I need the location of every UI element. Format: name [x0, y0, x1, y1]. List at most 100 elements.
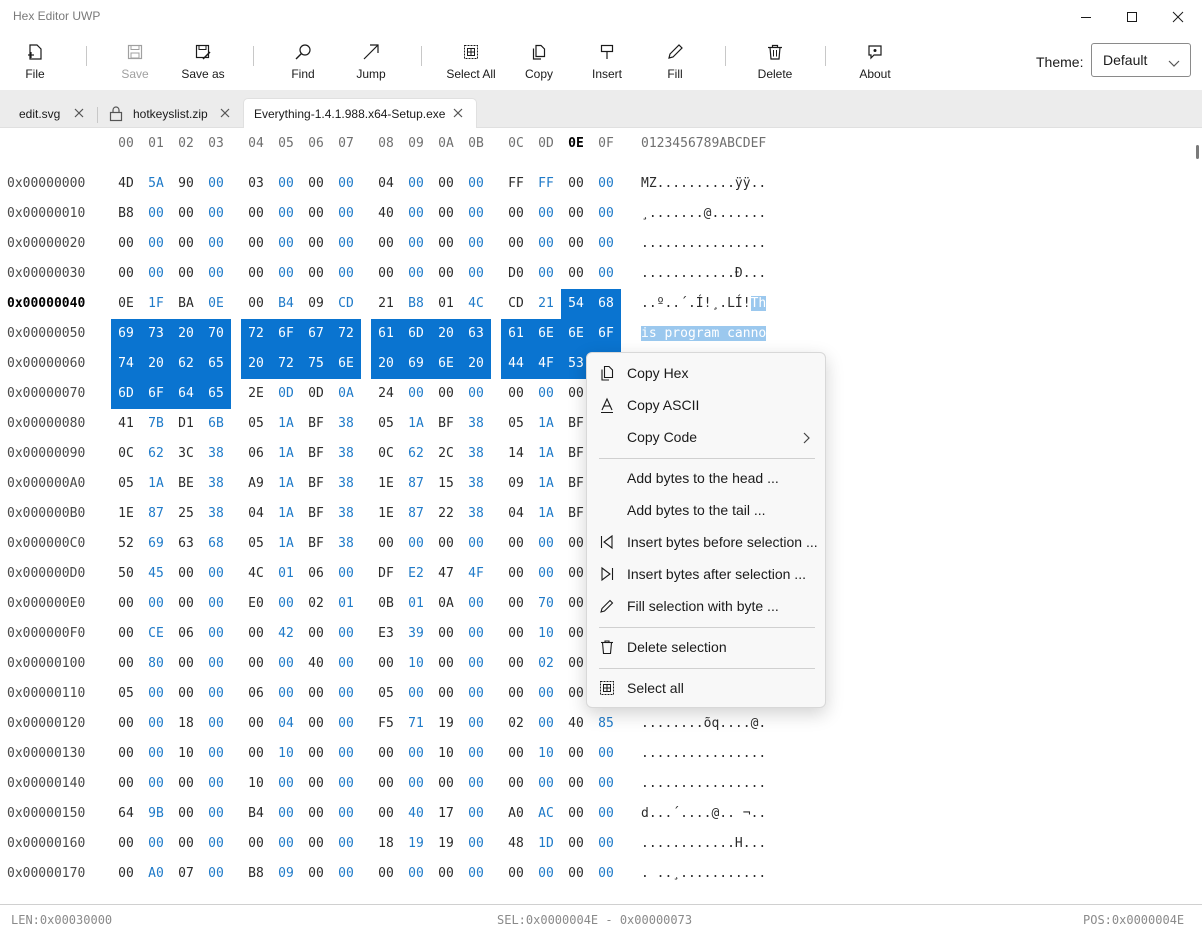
hex-byte-cell[interactable]: 4F — [461, 559, 491, 589]
hex-byte-cell[interactable]: 10 — [171, 739, 201, 769]
hex-byte-cell[interactable]: 9B — [141, 799, 171, 829]
hex-byte-cell[interactable]: 00 — [531, 769, 561, 799]
hex-byte-cell[interactable]: 61 — [501, 319, 531, 349]
hex-byte-cell[interactable]: 18 — [371, 829, 401, 859]
hex-byte-cell[interactable]: 01 — [431, 289, 461, 319]
hex-byte-cell[interactable]: 00 — [561, 739, 591, 769]
hex-byte-cell[interactable]: 63 — [171, 529, 201, 559]
hex-byte-cell[interactable]: A9 — [241, 469, 271, 499]
hex-byte-cell[interactable]: 69 — [141, 529, 171, 559]
hex-byte-cell[interactable]: 00 — [271, 259, 301, 289]
hex-byte-cell[interactable]: 00 — [141, 709, 171, 739]
hex-byte-cell[interactable]: 00 — [141, 769, 171, 799]
hex-row[interactable]: 0x00000020 00 00 00 00 00 00 00 00 00 00 00 00 00 00 00… — [0, 229, 1194, 259]
hex-byte-cell[interactable]: 00 — [591, 229, 621, 259]
hex-byte-cell[interactable]: 00 — [111, 709, 141, 739]
hex-byte-cell[interactable]: 05 — [111, 679, 141, 709]
hex-byte-cell[interactable]: 00 — [331, 709, 361, 739]
hex-byte-cell[interactable]: 00 — [141, 829, 171, 859]
hex-byte-cell[interactable]: 00 — [241, 649, 271, 679]
hex-byte-cell[interactable]: 25 — [171, 499, 201, 529]
hex-byte-cell[interactable]: 00 — [401, 379, 431, 409]
hex-byte-cell[interactable]: 00 — [431, 679, 461, 709]
hex-byte-cell[interactable]: 00 — [201, 169, 231, 199]
tab-edit-svg[interactable]: edit.svg — [8, 99, 96, 128]
hex-byte-cell[interactable]: 00 — [561, 229, 591, 259]
hex-byte-cell[interactable]: 19 — [431, 709, 461, 739]
hex-byte-cell[interactable]: 00 — [591, 199, 621, 229]
hex-byte-cell[interactable]: D0 — [501, 259, 531, 289]
file-button[interactable]: File — [3, 42, 67, 86]
hex-byte-cell[interactable]: 00 — [171, 679, 201, 709]
hex-byte-cell[interactable]: 00 — [371, 529, 401, 559]
hex-byte-cell[interactable]: 00 — [531, 379, 561, 409]
hex-byte-cell[interactable]: CD — [501, 289, 531, 319]
hex-byte-cell[interactable]: 20 — [141, 349, 171, 379]
hex-byte-cell[interactable]: 21 — [371, 289, 401, 319]
close-icon[interactable] — [73, 107, 85, 119]
hex-byte-cell[interactable]: 00 — [501, 619, 531, 649]
hex-byte-cell[interactable]: 00 — [201, 229, 231, 259]
hex-byte-cell[interactable]: 02 — [501, 709, 531, 739]
hex-byte-cell[interactable]: 00 — [461, 199, 491, 229]
menu-add-bytes-head[interactable]: Add bytes to the head ... — [591, 463, 823, 493]
hex-byte-cell[interactable]: 1F — [141, 289, 171, 319]
hex-byte-cell[interactable]: 05 — [501, 409, 531, 439]
hex-byte-cell[interactable]: 05 — [111, 469, 141, 499]
menu-copy-ascii[interactable]: Copy ASCII — [591, 390, 823, 420]
hex-byte-cell[interactable]: 70 — [201, 319, 231, 349]
hex-byte-cell[interactable]: 00 — [371, 739, 401, 769]
hex-byte-cell[interactable]: 0C — [111, 439, 141, 469]
hex-byte-cell[interactable]: CD — [331, 289, 361, 319]
hex-byte-cell[interactable]: 00 — [461, 859, 491, 889]
hex-byte-cell[interactable]: 3C — [171, 439, 201, 469]
hex-byte-cell[interactable]: 85 — [591, 709, 621, 739]
hex-byte-cell[interactable]: 6D — [111, 379, 141, 409]
hex-byte-cell[interactable]: 00 — [201, 619, 231, 649]
hex-byte-cell[interactable]: B4 — [241, 799, 271, 829]
hex-byte-cell[interactable]: 00 — [431, 229, 461, 259]
hex-byte-cell[interactable]: 00 — [201, 259, 231, 289]
ascii-text[interactable]: ..º..´.Í!¸.LÍ!Th — [641, 289, 767, 319]
hex-byte-cell[interactable]: 04 — [241, 499, 271, 529]
hex-row[interactable]: 0x00000140 00 00 00 00 10 00 00 00 00 00 00 00 00 00 00… — [0, 769, 1194, 799]
hex-byte-cell[interactable]: 10 — [531, 739, 561, 769]
hex-byte-cell[interactable]: 61 — [371, 319, 401, 349]
hex-byte-cell[interactable]: 38 — [461, 409, 491, 439]
hex-byte-cell[interactable]: 05 — [241, 529, 271, 559]
hex-byte-cell[interactable]: 06 — [241, 679, 271, 709]
hex-byte-cell[interactable]: 1A — [531, 469, 561, 499]
hex-byte-cell[interactable]: 00 — [591, 829, 621, 859]
hex-row[interactable]: 0x00000030 00 00 00 00 00 00 00 00 00 00 00 00 D0 00 00… — [0, 259, 1194, 289]
insert-button[interactable]: Insert — [575, 42, 639, 86]
hex-byte-cell[interactable]: 00 — [461, 679, 491, 709]
hex-byte-cell[interactable]: BF — [301, 469, 331, 499]
hex-byte-cell[interactable]: 00 — [371, 799, 401, 829]
hex-byte-cell[interactable]: 00 — [171, 199, 201, 229]
about-button[interactable]: About — [843, 42, 907, 86]
hex-byte-cell[interactable]: 48 — [501, 829, 531, 859]
hex-byte-cell[interactable]: 00 — [331, 859, 361, 889]
hex-byte-cell[interactable]: 1A — [401, 409, 431, 439]
hex-byte-cell[interactable]: 00 — [141, 679, 171, 709]
hex-byte-cell[interactable]: 03 — [241, 169, 271, 199]
hex-byte-cell[interactable]: 00 — [301, 829, 331, 859]
hex-byte-cell[interactable]: A0 — [141, 859, 171, 889]
hex-byte-cell[interactable]: 20 — [431, 319, 461, 349]
find-button[interactable]: Find — [271, 42, 335, 86]
hex-byte-cell[interactable]: 00 — [431, 169, 461, 199]
hex-byte-cell[interactable]: 4D — [111, 169, 141, 199]
hex-byte-cell[interactable]: 00 — [301, 799, 331, 829]
hex-byte-cell[interactable]: 1A — [271, 439, 301, 469]
hex-byte-cell[interactable]: 74 — [111, 349, 141, 379]
hex-row[interactable]: 0x00000040 0E 1F BA 0E 00 B4 09 CD 21 B8 01 4C CD 21 54… — [0, 289, 1194, 319]
ascii-text[interactable]: . ..¸........... — [641, 859, 766, 889]
hex-byte-cell[interactable]: 52 — [111, 529, 141, 559]
hex-byte-cell[interactable]: 00 — [301, 739, 331, 769]
hex-byte-cell[interactable]: 38 — [331, 529, 361, 559]
hex-byte-cell[interactable]: 6E — [331, 349, 361, 379]
hex-byte-cell[interactable]: 00 — [301, 769, 331, 799]
hex-byte-cell[interactable]: 20 — [171, 319, 201, 349]
hex-byte-cell[interactable]: 1A — [531, 499, 561, 529]
menu-add-bytes-tail[interactable]: Add bytes to the tail ... — [591, 495, 823, 525]
